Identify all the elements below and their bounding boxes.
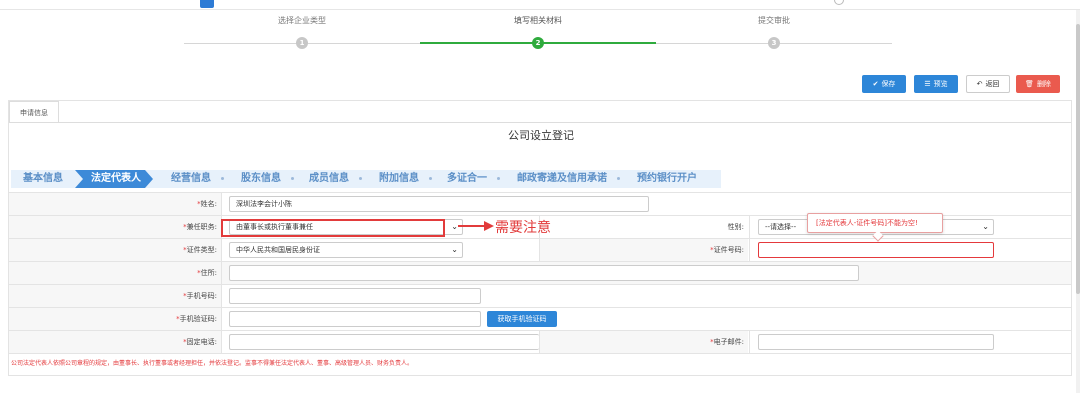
column-divider [221,285,222,307]
column-divider [749,216,750,238]
arrow-icon [458,225,486,227]
separator-dot [221,177,224,180]
highlight-box [221,219,445,237]
section-tab-basic[interactable]: 基本信息 [23,170,63,188]
field-label: *手机验证码: [9,308,221,330]
step-3[interactable]: 提交审批 3 [656,14,892,49]
separator-dot [429,177,432,180]
column-divider [221,308,222,330]
separator-dot [617,177,620,180]
section-tab-legal-rep[interactable]: 法定代表人 [75,170,153,188]
step-label: 选择企业类型 [278,16,326,25]
arrow-head-icon [484,221,494,231]
preview-button[interactable]: ☰ 预览 [914,75,958,93]
tab-divider [9,122,1071,123]
application-panel: 申请信息 公司设立登记 基本信息 法定代表人 经营信息 股东信息 成员信息 附加… [8,100,1072,376]
chevron-down-icon: ⌄ [982,222,989,231]
form-bottom-border [9,353,1071,354]
section-tabs: 基本信息 法定代表人 经营信息 股东信息 成员信息 附加信息 多证合一 邮政寄递… [11,170,721,188]
check-icon: ✔ [872,80,879,88]
list-icon: ☰ [924,80,931,88]
step-2[interactable]: 填写相关材料 2 [420,14,656,49]
field-label: *固定电话: [9,331,221,353]
field-label: *电子邮件: [540,331,748,353]
id-type-select[interactable]: 中华人民共和国居民身份证 ⌄ [229,242,463,258]
delete-button[interactable]: 🗑 删除 [1016,75,1060,93]
separator-dot [359,177,362,180]
field-label: 性别: [540,216,748,238]
column-divider [221,331,222,353]
section-tab-shareholders[interactable]: 股东信息 [241,170,281,188]
column-divider [221,193,222,215]
trash-icon: 🗑 [1025,80,1034,88]
app-logo-icon [200,0,214,8]
legal-rep-footnote: 公司法定代表人依照公司章程的规定，由董事长、执行董事或者经理担任，并依法登记。监… [11,360,414,367]
column-divider [749,239,750,261]
form-row-id: *证件类型: 中华人民共和国居民身份证 ⌄ *证件号码: [9,238,1071,261]
undo-icon: ↶ [976,80,983,88]
save-button[interactable]: ✔ 保存 [862,75,906,93]
form-row-name: *姓名: 深圳法李会计小陈 [9,192,1071,215]
email-input[interactable] [758,334,994,350]
name-input[interactable]: 深圳法李会计小陈 [229,196,649,212]
step-label: 提交审批 [758,16,790,25]
column-divider [221,262,222,284]
step-number: 2 [532,37,544,49]
header-circle-icon [834,0,844,5]
step-number: 1 [296,37,308,49]
tab-application-info[interactable]: 申请信息 [9,101,59,123]
field-label: *证件号码: [540,239,748,261]
page-scrollbar-thumb[interactable] [1076,24,1080,294]
column-divider [221,239,222,261]
form-row-contact: *固定电话: *电子邮件: [9,330,1071,353]
annotation-text: 需要注意 [495,220,551,236]
field-label: *姓名: [9,193,221,215]
section-tab-business[interactable]: 经营信息 [171,170,211,188]
section-tab-additional[interactable]: 附加信息 [379,170,419,188]
landline-input[interactable] [229,334,539,350]
field-label: *手机号码: [9,285,221,307]
separator-dot [497,177,500,180]
chevron-down-icon: ⌄ [451,245,458,254]
back-button[interactable]: ↶ 返回 [966,75,1010,93]
form-row-phone: *手机号码: [9,284,1071,307]
form-row-sms: *手机验证码: 获取手机验证码 [9,307,1071,330]
step-wizard: 选择企业类型 1 填写相关材料 2 提交审批 3 [0,14,1080,64]
section-tab-bank[interactable]: 预约银行开户 [637,170,697,188]
field-label: *证件类型: [9,239,221,261]
chevron-down-icon: ⌄ [451,222,458,231]
form-row-address: *住所: [9,261,1071,284]
get-sms-code-button[interactable]: 获取手机验证码 [487,311,557,327]
section-tab-postal[interactable]: 邮政寄递及信用承诺 [517,170,607,188]
step-number: 3 [768,37,780,49]
id-number-input[interactable] [758,242,994,258]
column-divider [749,331,750,353]
field-label: *住所: [9,262,221,284]
sms-code-input[interactable] [229,311,481,327]
step-1[interactable]: 选择企业类型 1 [184,14,420,49]
phone-input[interactable] [229,288,481,304]
validation-tooltip: [法定代表人-证件号码]不能为空! [807,213,943,233]
address-input[interactable] [229,265,859,281]
step-label: 填写相关材料 [514,16,562,25]
separator-dot [291,177,294,180]
top-header-strip [0,0,1080,10]
section-tab-members[interactable]: 成员信息 [309,170,349,188]
section-tab-multi-cert[interactable]: 多证合一 [447,170,487,188]
field-label: *兼任职务: [9,216,221,238]
page-title: 公司设立登记 [508,129,574,142]
